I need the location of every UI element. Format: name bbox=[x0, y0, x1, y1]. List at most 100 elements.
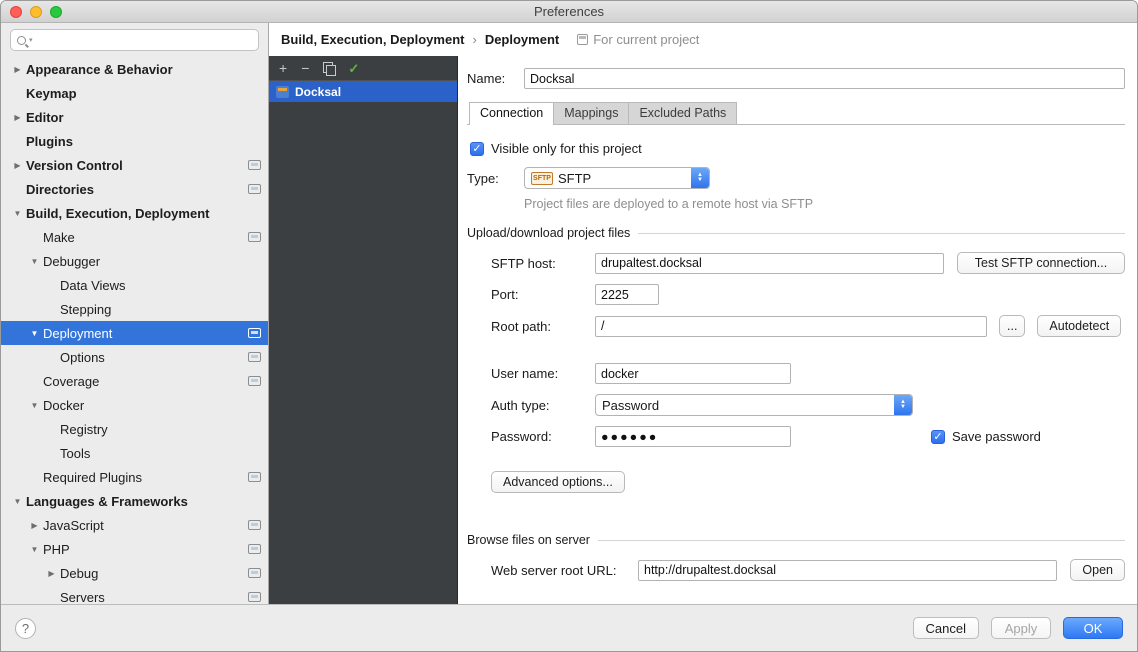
sidebar-item-stepping[interactable]: Stepping bbox=[1, 297, 268, 321]
sidebar-item-label: Registry bbox=[60, 422, 108, 437]
sidebar-item-make[interactable]: Make bbox=[1, 225, 268, 249]
password-input[interactable] bbox=[595, 426, 791, 447]
save-password-label: Save password bbox=[952, 429, 1041, 444]
add-server-icon[interactable]: + bbox=[279, 61, 287, 75]
sidebar-item-label: Directories bbox=[26, 182, 94, 197]
root-path-label: Root path: bbox=[491, 319, 595, 334]
sidebar-item-deployment[interactable]: ▼Deployment bbox=[1, 321, 268, 345]
current-project-icon bbox=[577, 34, 588, 45]
server-list-panel: + − ✓ Docksal bbox=[269, 56, 458, 604]
settings-tree: ▶Appearance & BehaviorKeymap▶EditorPlugi… bbox=[1, 55, 268, 604]
sidebar-item-directories[interactable]: Directories bbox=[1, 177, 268, 201]
chevron-down-icon[interactable]: ▼ bbox=[11, 209, 24, 218]
server-item-docksal[interactable]: Docksal bbox=[269, 81, 457, 102]
web-root-label: Web server root URL: bbox=[491, 563, 638, 578]
sidebar-item-keymap[interactable]: Keymap bbox=[1, 81, 268, 105]
tab-connection[interactable]: Connection bbox=[469, 102, 554, 125]
browse-root-path-button[interactable]: ... bbox=[999, 315, 1025, 337]
autodetect-button[interactable]: Autodetect bbox=[1037, 315, 1121, 337]
sidebar-item-label: Build, Execution, Deployment bbox=[26, 206, 209, 221]
sidebar-item-registry[interactable]: Registry bbox=[1, 417, 268, 441]
chevron-down-icon[interactable]: ▼ bbox=[28, 401, 41, 410]
type-select[interactable]: SFTP SFTP ▲▼ bbox=[524, 167, 710, 189]
apply-button[interactable]: Apply bbox=[991, 617, 1051, 639]
sidebar-item-label: Languages & Frameworks bbox=[26, 494, 188, 509]
chevron-right-icon[interactable]: ▶ bbox=[45, 569, 58, 578]
port-input[interactable] bbox=[595, 284, 659, 305]
chevron-right-icon[interactable]: ▶ bbox=[11, 161, 24, 170]
cancel-button[interactable]: Cancel bbox=[913, 617, 979, 639]
sidebar-item-appearance-behavior[interactable]: ▶Appearance & Behavior bbox=[1, 57, 268, 81]
tab-mappings[interactable]: Mappings bbox=[553, 102, 629, 124]
breadcrumb-category[interactable]: Build, Execution, Deployment bbox=[281, 32, 464, 47]
sidebar-item-build-execution-deployment[interactable]: ▼Build, Execution, Deployment bbox=[1, 201, 268, 225]
sidebar-item-languages-frameworks[interactable]: ▼Languages & Frameworks bbox=[1, 489, 268, 513]
project-settings-icon bbox=[248, 568, 261, 578]
sidebar-item-servers[interactable]: Servers bbox=[1, 585, 268, 604]
auth-type-select[interactable]: Password ▲▼ bbox=[595, 394, 913, 416]
minimize-window-button[interactable] bbox=[30, 6, 42, 18]
sidebar-item-coverage[interactable]: Coverage bbox=[1, 369, 268, 393]
dialog-footer: ? Cancel Apply OK bbox=[1, 604, 1137, 651]
sidebar-item-data-views[interactable]: Data Views bbox=[1, 273, 268, 297]
sidebar-item-label: Debug bbox=[60, 566, 98, 581]
auth-type-label: Auth type: bbox=[491, 398, 595, 413]
save-password-checkbox[interactable]: ✓ bbox=[931, 430, 945, 444]
search-options-caret-icon[interactable]: ▾ bbox=[29, 36, 33, 44]
open-url-button[interactable]: Open bbox=[1070, 559, 1125, 581]
sidebar-item-php[interactable]: ▼PHP bbox=[1, 537, 268, 561]
ok-button[interactable]: OK bbox=[1063, 617, 1123, 639]
web-root-input[interactable] bbox=[638, 560, 1057, 581]
sidebar-item-plugins[interactable]: Plugins bbox=[1, 129, 268, 153]
scope-indicator: For current project bbox=[577, 32, 699, 47]
settings-search[interactable]: ▾ bbox=[10, 29, 259, 51]
chevron-down-icon[interactable]: ▼ bbox=[28, 545, 41, 554]
name-label: Name: bbox=[467, 71, 524, 86]
copy-server-icon[interactable] bbox=[323, 62, 334, 74]
user-name-input[interactable] bbox=[595, 363, 791, 384]
sidebar-item-required-plugins[interactable]: Required Plugins bbox=[1, 465, 268, 489]
title-bar: Preferences bbox=[1, 1, 1137, 23]
zoom-window-button[interactable] bbox=[50, 6, 62, 18]
sidebar-item-label: Deployment bbox=[43, 326, 112, 341]
sftp-host-input[interactable] bbox=[595, 253, 944, 274]
name-input[interactable] bbox=[524, 68, 1125, 89]
chevron-right-icon[interactable]: ▶ bbox=[11, 65, 24, 74]
sidebar-item-label: Make bbox=[43, 230, 75, 245]
chevron-down-icon[interactable]: ▼ bbox=[11, 497, 24, 506]
tab-excluded-paths[interactable]: Excluded Paths bbox=[628, 102, 737, 124]
help-button[interactable]: ? bbox=[15, 618, 36, 639]
chevron-right-icon[interactable]: ▶ bbox=[11, 113, 24, 122]
test-sftp-button[interactable]: Test SFTP connection... bbox=[957, 252, 1125, 274]
sidebar-item-version-control[interactable]: ▶Version Control bbox=[1, 153, 268, 177]
project-settings-icon bbox=[248, 472, 261, 482]
sidebar-item-debug[interactable]: ▶Debug bbox=[1, 561, 268, 585]
server-list-toolbar: + − ✓ bbox=[269, 56, 457, 81]
visible-project-checkbox[interactable]: ✓ bbox=[470, 142, 484, 156]
breadcrumb-page: Deployment bbox=[485, 32, 559, 47]
search-input[interactable] bbox=[36, 33, 252, 47]
window-controls bbox=[10, 6, 62, 18]
chevron-right-icon[interactable]: ▶ bbox=[28, 521, 41, 530]
remove-server-icon[interactable]: − bbox=[301, 61, 309, 75]
preferences-window: Preferences ▾ ▶Appearance & BehaviorKeym… bbox=[0, 0, 1138, 652]
sidebar-item-javascript[interactable]: ▶JavaScript bbox=[1, 513, 268, 537]
close-window-button[interactable] bbox=[10, 6, 22, 18]
chevron-down-icon[interactable]: ▼ bbox=[28, 329, 41, 338]
root-path-input[interactable] bbox=[595, 316, 987, 337]
sidebar-item-label: Servers bbox=[60, 590, 105, 605]
type-value: SFTP bbox=[558, 171, 591, 186]
sidebar-item-debugger[interactable]: ▼Debugger bbox=[1, 249, 268, 273]
sidebar-item-options[interactable]: Options bbox=[1, 345, 268, 369]
server-item-label: Docksal bbox=[295, 85, 341, 99]
sidebar-item-label: Docker bbox=[43, 398, 84, 413]
sidebar-item-editor[interactable]: ▶Editor bbox=[1, 105, 268, 129]
chevron-down-icon[interactable]: ▼ bbox=[28, 257, 41, 266]
advanced-options-button[interactable]: Advanced options... bbox=[491, 471, 625, 493]
deployment-form: Name: ConnectionMappingsExcluded Paths ✓… bbox=[458, 56, 1137, 604]
use-as-default-icon[interactable]: ✓ bbox=[348, 62, 359, 75]
sidebar-item-tools[interactable]: Tools bbox=[1, 441, 268, 465]
sidebar-item-docker[interactable]: ▼Docker bbox=[1, 393, 268, 417]
deployment-server-icon bbox=[276, 86, 289, 98]
tab-bar: ConnectionMappingsExcluded Paths bbox=[467, 102, 1125, 125]
